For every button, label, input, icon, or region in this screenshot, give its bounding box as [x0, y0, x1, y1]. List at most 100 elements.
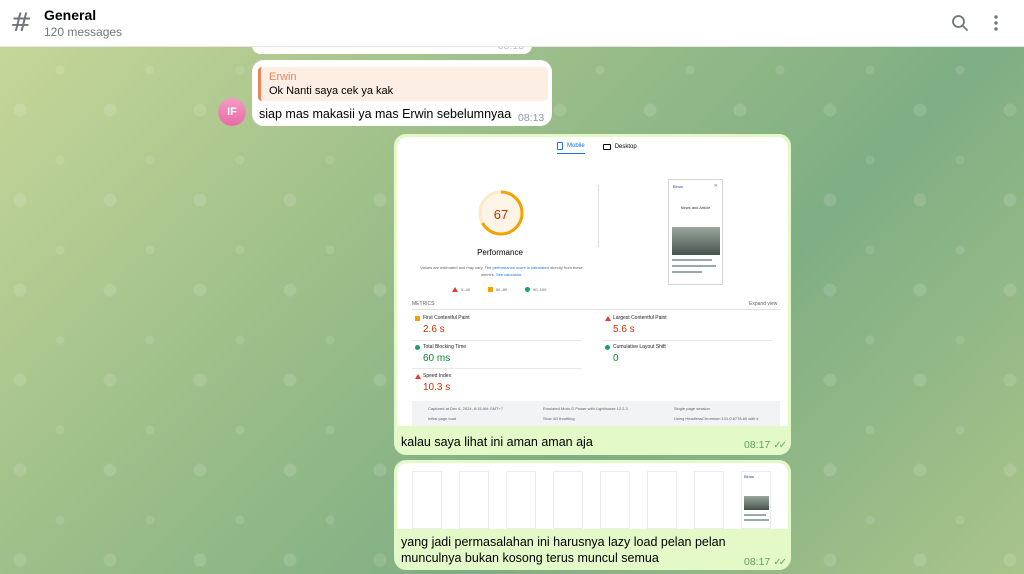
site-logo: Binus — [744, 474, 755, 479]
tab-label: Desktop — [614, 143, 637, 150]
more-vertical-icon — [994, 15, 998, 31]
metric-tbt: Total Blocking Time 60 ms — [412, 344, 582, 364]
tab-mobile[interactable]: Mobile — [557, 142, 585, 154]
metric-value: 2.6 s — [423, 324, 445, 335]
expand-view-link[interactable]: Expand view — [749, 301, 777, 307]
legend-average: 50–89 — [487, 287, 508, 292]
pass-icon — [605, 345, 610, 350]
tab-label: Mobile — [567, 143, 585, 149]
load-type: Initial page load — [428, 416, 457, 421]
filmstrip-frame-loaded: Binus — [741, 471, 771, 529]
time-text: 08:17 — [744, 556, 771, 568]
message-bubble[interactable]: Erwin Ok Nanti saya cek ya kak siap mas … — [252, 60, 552, 126]
reply-author: Erwin — [269, 71, 297, 83]
more-menu-button[interactable] — [978, 5, 1014, 41]
metric-name: Speed Index — [423, 373, 452, 379]
browser-version: Using HeadlessChromium 131.0.6778.69 wit… — [674, 416, 759, 421]
metric-value: 5.6 s — [613, 324, 635, 335]
metric-name: Largest Contentful Paint — [613, 315, 667, 321]
device-tabs: Mobile Desktop — [557, 142, 637, 154]
legend-label: 50–89 — [495, 287, 508, 292]
attached-screenshot[interactable]: Binus — [397, 463, 788, 529]
calculator-link[interactable]: See calculator. — [496, 272, 522, 277]
read-check-icon: ✓✓ — [773, 440, 787, 451]
time-text: 08:17 — [744, 439, 771, 451]
preview-image — [744, 496, 769, 510]
channel-title: General — [44, 6, 97, 23]
performance-note: Values are estimated and may vary. The p… — [419, 264, 584, 278]
filmstrip-frame — [600, 471, 630, 529]
site-logo: Binus — [673, 184, 684, 189]
metric-cls: Cumulative Layout Shift 0 — [602, 344, 772, 364]
message-text-line: yang jadi permasalahan ini harusnya lazy… — [401, 535, 726, 549]
divider — [598, 185, 599, 247]
preview-heading: News and Article — [680, 205, 711, 210]
metrics-title: METRICS — [412, 301, 435, 307]
message-text-line: munculnya bukan kosong terus muncul semu… — [401, 551, 659, 565]
pass-icon — [415, 345, 420, 350]
metric-name: Total Blocking Time — [423, 344, 467, 350]
note-text: Values are estimated and may vary. The — [420, 265, 492, 270]
performance-score: 67 — [493, 207, 509, 222]
throttling: Slow 4G throttling — [543, 416, 575, 421]
metric-value: 10.3 s — [423, 382, 451, 393]
page-preview-thumbnail: Binus ✕ News and Article — [668, 179, 723, 285]
fail-icon — [415, 374, 421, 379]
preview-line — [744, 514, 766, 516]
message-text: kalau saya lihat ini aman aman aja — [401, 435, 593, 449]
message-bubble[interactable]: Mobile Desktop 67 Performance Values are… — [394, 134, 791, 455]
message-text: siap mas makasii ya mas Erwin sebelumnya… — [259, 107, 512, 121]
metric-name: Cumulative Layout Shift — [613, 344, 666, 350]
preview-image — [672, 227, 720, 255]
metric-value: 0 — [613, 353, 619, 364]
reply-text: Ok Nanti saya cek ya kak — [269, 85, 394, 97]
divider — [412, 340, 582, 341]
attached-screenshot[interactable]: Mobile Desktop 67 Performance Values are… — [397, 137, 788, 426]
reply-quote[interactable]: Erwin Ok Nanti saya cek ya kak — [258, 67, 548, 101]
message-time: 08:17 ✓✓ — [744, 556, 787, 568]
preview-line — [672, 271, 702, 273]
filmstrip-frame — [694, 471, 724, 529]
filmstrip-frame — [412, 471, 442, 529]
hash-icon: # — [10, 8, 32, 38]
note-link[interactable]: performance score is calculated — [492, 265, 548, 270]
run-info-footer: Captured at Dec 6, 2024, 8:15 AM GMT+7 E… — [412, 401, 780, 426]
pass-icon — [525, 287, 531, 292]
filmstrip-frame — [506, 471, 536, 529]
emulated-device: Emulated Moto G Power with Lighthouse 12… — [543, 406, 628, 411]
legend-fail: 0–49 — [452, 287, 470, 292]
divider — [412, 368, 582, 369]
message-time: 08:13 — [518, 112, 545, 124]
session-type: Single page session — [674, 406, 710, 411]
metric-si: Speed Index 10.3 s — [412, 373, 582, 393]
average-icon — [415, 316, 420, 321]
fail-icon — [452, 287, 458, 292]
legend-label: 90–100 — [533, 287, 547, 292]
close-icon: ✕ — [713, 183, 718, 189]
message-bubble[interactable]: Binus yang jadi permasalahan ini harusny… — [394, 460, 791, 570]
read-check-icon: ✓✓ — [773, 557, 787, 568]
metric-fcp: First Contentful Paint 2.6 s — [412, 315, 582, 335]
average-icon — [487, 287, 493, 292]
preview-line — [672, 259, 712, 261]
search-icon — [952, 15, 968, 31]
search-button[interactable] — [942, 5, 978, 41]
preview-line — [672, 265, 716, 267]
filmstrip-frame — [553, 471, 583, 529]
filmstrip-frame — [459, 471, 489, 529]
metric-lcp: Largest Contentful Paint 5.6 s — [602, 315, 772, 335]
preview-line — [744, 519, 769, 521]
performance-label: Performance — [477, 248, 523, 257]
chat-title-block[interactable]: General 120 messages — [44, 7, 942, 40]
captured-at: Captured at Dec 6, 2024, 8:15 AM GMT+7 — [428, 406, 504, 411]
message-list[interactable]: 08:13 IF Erwin Ok Nanti saya cek ya kak … — [0, 37, 1024, 574]
legend-pass: 90–100 — [525, 287, 546, 292]
metric-value: 60 ms — [423, 353, 451, 364]
message-time: 08:17 ✓✓ — [744, 439, 787, 451]
chat-header[interactable]: # General 120 messages — [0, 0, 1024, 47]
score-legend: 0–49 50–89 90–100 — [452, 287, 546, 292]
metric-name: First Contentful Paint — [423, 315, 470, 321]
avatar[interactable]: IF — [218, 98, 246, 126]
tab-desktop[interactable]: Desktop — [602, 142, 637, 154]
legend-label: 0–49 — [461, 287, 470, 292]
